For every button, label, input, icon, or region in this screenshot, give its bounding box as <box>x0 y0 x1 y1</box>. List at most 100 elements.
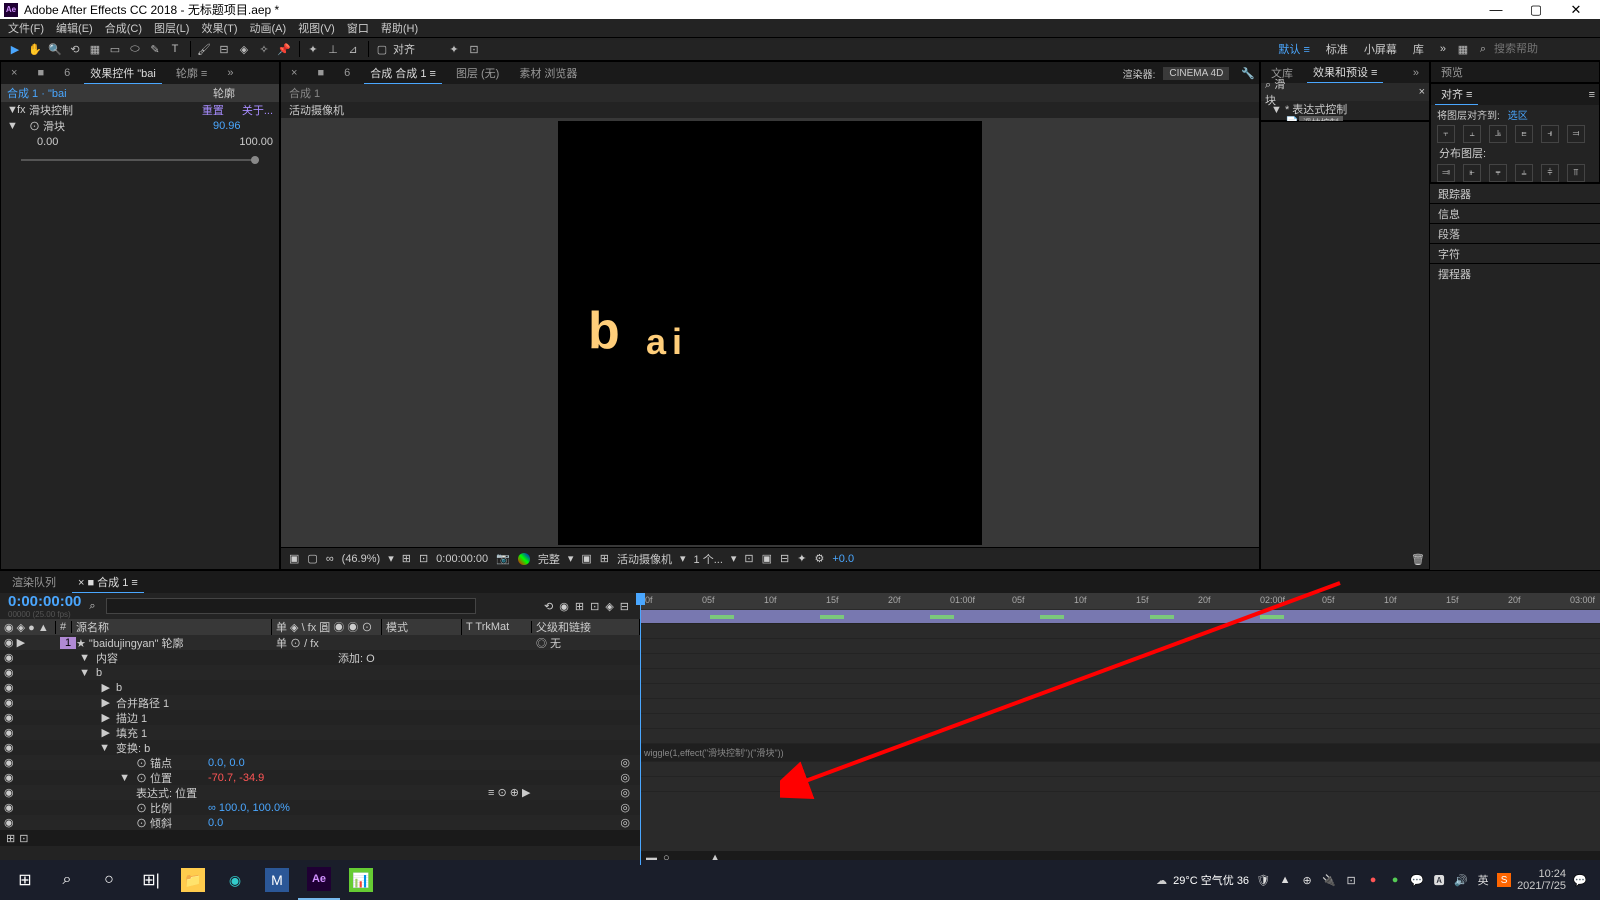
footage-viewer-tab[interactable]: 素材 浏览器 <box>513 63 583 83</box>
layer-viewer-tab[interactable]: 图层 (无) <box>450 63 505 83</box>
weather-icon[interactable]: ☁ <box>1156 874 1167 887</box>
selection-tool-icon[interactable]: ▶ <box>6 40 24 58</box>
workspace-more[interactable]: » <box>1432 43 1454 55</box>
property-row[interactable]: ◉▶描边 1 <box>0 710 640 725</box>
tl-tool-icon[interactable]: ◈ <box>605 600 613 613</box>
layer-switches[interactable]: 单 ⊙ / fx <box>276 635 386 651</box>
property-row[interactable]: ◉▶b <box>0 680 640 695</box>
start-button[interactable]: ⊞ <box>4 860 46 900</box>
brush-tool-icon[interactable]: 🖌 <box>195 40 213 58</box>
hdr-trkmat[interactable]: T TrkMat <box>462 621 532 633</box>
dist-icon[interactable]: ⫦ <box>1463 164 1481 182</box>
layer-bar[interactable] <box>640 610 1600 623</box>
align-to-value[interactable]: 选区 <box>1508 107 1528 122</box>
zoom-tool-icon[interactable]: 🔍 <box>46 40 64 58</box>
property-row[interactable]: ◉⊙ 比例∞ 100.0, 100.0%◎ <box>0 800 640 815</box>
dist-icon[interactable]: ⫧ <box>1489 164 1507 182</box>
zoom-value[interactable]: (46.9%) <box>342 553 381 565</box>
dist-icon[interactable]: ⫥ <box>1437 164 1455 182</box>
tray-icon[interactable]: ▲ <box>1277 872 1293 888</box>
hdr-av[interactable]: ◉ ◈ ● ▲ <box>0 621 56 634</box>
property-row[interactable]: ◉▼内容添加: O <box>0 650 640 665</box>
roto-tool-icon[interactable]: ✧ <box>255 40 273 58</box>
puppet-tool-icon[interactable]: 📌 <box>275 40 293 58</box>
align-right-icon[interactable]: ⫡ <box>1489 125 1507 143</box>
maximize-button[interactable]: ▢ <box>1516 2 1556 18</box>
more-tabs[interactable]: » <box>221 65 239 81</box>
clock[interactable]: 10:24 2021/7/25 <box>1517 868 1566 892</box>
after-effects-icon[interactable]: Ae <box>298 860 340 900</box>
dropdown-icon[interactable]: ▾ <box>388 552 394 565</box>
safe-icon[interactable]: ⊡ <box>419 552 428 565</box>
tray-icon[interactable]: ● <box>1387 872 1403 888</box>
tray-icon[interactable]: 🅰 <box>1431 872 1447 888</box>
fx-icon[interactable]: fx <box>17 104 29 116</box>
ime-indicator[interactable]: 英 <box>1475 872 1491 888</box>
task-view-button[interactable]: ⊞| <box>130 860 172 900</box>
toggle-icon[interactable]: ✦ <box>797 552 806 565</box>
keyframe-marker[interactable] <box>710 615 734 619</box>
mask-tool-icon[interactable]: ✦ <box>445 40 463 58</box>
keyframe-marker[interactable] <box>1150 615 1174 619</box>
pen-tool-icon[interactable]: ✎ <box>146 40 164 58</box>
grid-icon[interactable]: ▣ <box>289 552 299 565</box>
info-panel[interactable]: 信息 <box>1430 203 1600 223</box>
tray-icon[interactable]: 💬 <box>1409 872 1425 888</box>
text-tool-icon[interactable]: T <box>166 40 184 58</box>
explorer-icon[interactable]: 📁 <box>172 860 214 900</box>
slider-label[interactable]: ⊙ 滑块 <box>29 118 213 134</box>
mask-tool2-icon[interactable]: ⊡ <box>465 40 483 58</box>
panel-icon[interactable]: ■ <box>31 65 50 81</box>
property-row[interactable]: ◉▶填充 1 <box>0 725 640 740</box>
adobe-icon[interactable]: ▦ <box>1454 40 1472 58</box>
keyframe-marker[interactable] <box>1040 615 1064 619</box>
proxy-icon[interactable]: ▢ <box>307 552 317 565</box>
axis-tool-icon[interactable]: ✦ <box>304 40 322 58</box>
time-display[interactable]: 0:00:00:00 <box>436 553 488 565</box>
notifications-icon[interactable]: 💬 <box>1572 872 1588 888</box>
view-icon[interactable]: ⊞ <box>600 552 609 565</box>
character-panel[interactable]: 字符 <box>1430 243 1600 263</box>
sogou-icon[interactable]: S <box>1497 873 1511 887</box>
mask-icon[interactable]: ▣ <box>581 552 591 565</box>
property-row[interactable]: ◉▶合并路径 1 <box>0 695 640 710</box>
snapshot-icon[interactable]: 📷 <box>496 552 510 565</box>
menu-comp[interactable]: 合成(C) <box>101 20 146 36</box>
composition-viewer[interactable]: b ai <box>281 118 1259 547</box>
menu-edit[interactable]: 编辑(E) <box>52 20 97 36</box>
ec-breadcrumb[interactable]: 合成 1 · "bai <box>7 85 213 101</box>
orbit-tool-icon[interactable]: ⟲ <box>66 40 84 58</box>
close-tab-icon[interactable]: × <box>285 65 303 81</box>
tl-tool-icon[interactable]: ⊟ <box>620 600 629 613</box>
axis-y-icon[interactable]: ⊥ <box>324 40 342 58</box>
twirl-icon[interactable]: ▼ <box>7 104 17 116</box>
hdr-parent[interactable]: 父级和链接 <box>532 619 640 635</box>
tl-tool-icon[interactable]: ◉ <box>559 600 569 613</box>
tray-icon[interactable]: ⊡ <box>1343 872 1359 888</box>
res-icon[interactable]: ⊞ <box>402 552 411 565</box>
tl-tool-icon[interactable]: ⊞ <box>575 600 584 613</box>
workspace-small[interactable]: 小屏幕 <box>1356 41 1405 57</box>
preset-group[interactable]: ▼ * 表达式控制 <box>1261 101 1429 116</box>
effects-search-input[interactable] <box>1287 87 1419 98</box>
browser-icon[interactable]: ◉ <box>214 860 256 900</box>
panel-icon[interactable]: ■ <box>311 65 330 81</box>
toggle-switches-icon[interactable]: ⊞ <box>6 832 15 845</box>
wiggler-panel[interactable]: 摆程器 <box>1430 263 1600 283</box>
clear-icon[interactable]: × <box>1419 86 1425 98</box>
layer-av[interactable]: ◉ ▶ <box>4 636 60 649</box>
tray-icon[interactable]: 🔌 <box>1321 872 1337 888</box>
align-tab[interactable]: 对齐 ≡ <box>1435 84 1478 105</box>
tray-icon[interactable]: ● <box>1365 872 1381 888</box>
toggle-icon[interactable]: ⊡ <box>19 832 28 845</box>
menu-view[interactable]: 视图(V) <box>294 20 339 36</box>
hdr-source[interactable]: 源名称 <box>72 619 272 635</box>
gear-icon[interactable]: ⚙ <box>814 552 824 565</box>
quality-dropdown[interactable]: 完整 <box>538 551 560 567</box>
toggle-icon[interactable]: ⊡ <box>744 552 753 565</box>
tray-icon[interactable]: ⊕ <box>1299 872 1315 888</box>
rect-tool-icon[interactable]: ▭ <box>106 40 124 58</box>
effects-presets-tab[interactable]: 效果和预设 ≡ <box>1307 62 1383 83</box>
menu-effect[interactable]: 效果(T) <box>197 20 241 36</box>
property-row[interactable]: ◉▼b <box>0 665 640 680</box>
